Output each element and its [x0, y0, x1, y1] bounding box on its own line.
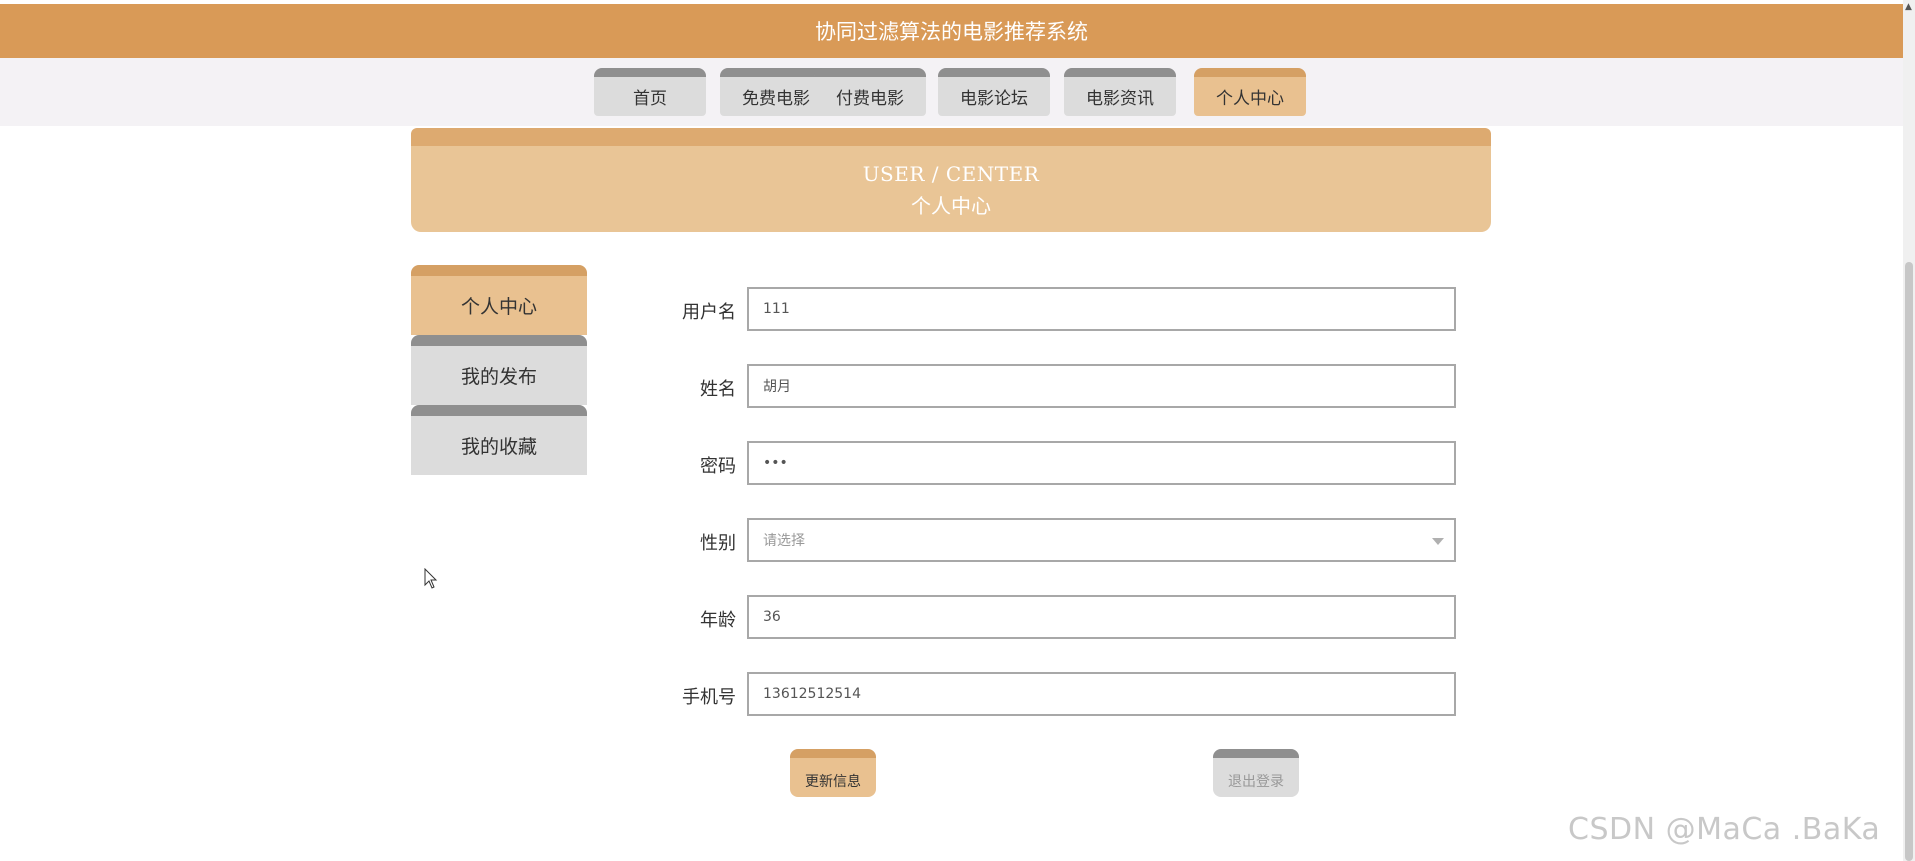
form-row-gender: 性别 请选择 — [640, 518, 1460, 562]
logout-button[interactable]: 退出登录 — [1213, 749, 1299, 797]
tab-label: 首页 — [633, 89, 667, 109]
name-input[interactable] — [747, 364, 1456, 408]
phone-label: 手机号 — [682, 687, 736, 708]
chevron-down-icon — [1432, 538, 1444, 545]
tab-user-center[interactable]: 个人中心 — [1194, 68, 1306, 116]
gender-placeholder: 请选择 — [763, 533, 805, 549]
tab-label: 付费电影 — [836, 89, 904, 109]
tab-movie-forum[interactable]: 电影论坛 — [938, 68, 1050, 116]
tab-home[interactable]: 首页 — [594, 68, 706, 116]
gender-select[interactable]: 请选择 — [747, 518, 1456, 562]
banner-title-cn: 个人中心 — [911, 194, 991, 218]
form-row-password: 密码 — [640, 441, 1460, 485]
update-info-button[interactable]: 更新信息 — [790, 749, 876, 797]
form-row-username: 用户名 — [640, 287, 1460, 331]
age-label: 年龄 — [700, 610, 736, 631]
username-label: 用户名 — [682, 302, 736, 323]
sidebar-item-my-favorites[interactable]: 我的收藏 — [411, 405, 587, 475]
username-input[interactable] — [747, 287, 1456, 331]
sidebar-item-label: 我的发布 — [460, 366, 537, 388]
tab-label: 电影资讯 — [1086, 89, 1154, 109]
watermark: CSDN @MaCa .BaKa — [1568, 812, 1881, 847]
form-row-age: 年龄 — [640, 595, 1460, 639]
password-label: 密码 — [700, 456, 736, 477]
scroll-up-arrow-icon[interactable]: ▲ — [1905, 2, 1912, 12]
page-banner: USER / CENTER 个人中心 — [411, 128, 1491, 232]
top-header: 协同过滤算法的电影推荐系统 — [0, 4, 1903, 58]
password-input[interactable] — [747, 441, 1456, 485]
tab-label: 电影论坛 — [960, 89, 1028, 109]
gender-label: 性别 — [700, 533, 736, 554]
form-row-phone: 手机号 — [640, 672, 1460, 716]
age-input[interactable] — [747, 595, 1456, 639]
site-title: 协同过滤算法的电影推荐系统 — [815, 20, 1088, 44]
form-row-name: 姓名 — [640, 364, 1460, 408]
sidebar-item-my-posts[interactable]: 我的发布 — [411, 335, 587, 405]
name-label: 姓名 — [700, 379, 736, 400]
tab-label: 免费电影 — [742, 89, 810, 109]
scrollbar[interactable]: ▲ — [1903, 0, 1915, 861]
mouse-cursor-icon — [424, 568, 438, 589]
tab-label: 个人中心 — [1216, 89, 1284, 109]
sidebar-item-user-center[interactable]: 个人中心 — [411, 265, 587, 335]
sidebar-item-label: 我的收藏 — [460, 436, 537, 458]
tab-movie-news[interactable]: 电影资讯 — [1064, 68, 1176, 116]
phone-input[interactable] — [747, 672, 1456, 716]
banner-title-en: USER / CENTER — [862, 162, 1040, 186]
tab-paid-movies[interactable]: 付费电影 — [814, 68, 926, 116]
scrollbar-thumb[interactable] — [1905, 262, 1913, 861]
sidebar-item-label: 个人中心 — [460, 296, 537, 318]
